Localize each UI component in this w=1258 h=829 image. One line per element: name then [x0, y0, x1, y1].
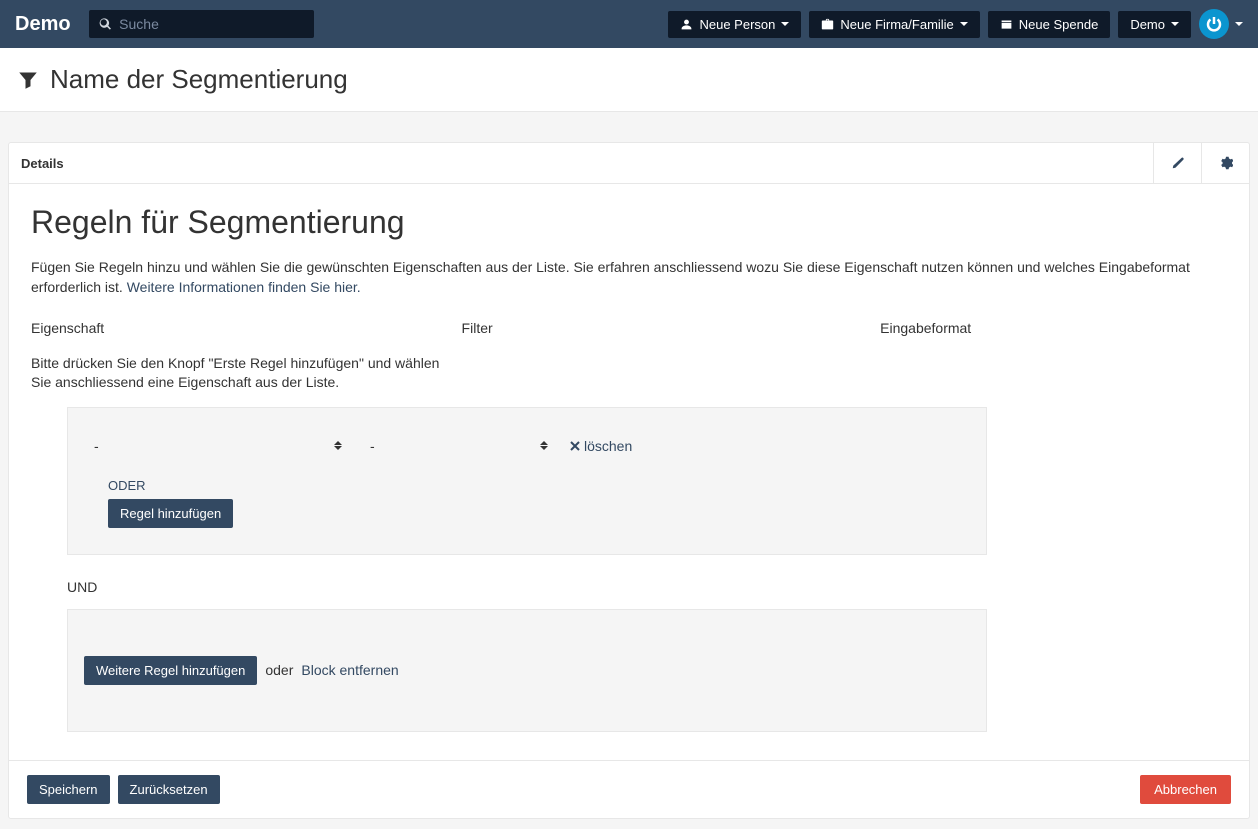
power-icon [1199, 9, 1229, 39]
reset-button[interactable]: Zurücksetzen [118, 775, 220, 804]
rule-row: - - löschen [88, 438, 966, 454]
caret-down-icon [960, 22, 968, 26]
remove-block-link[interactable]: Block entfernen [301, 662, 398, 678]
add-more-rule-button[interactable]: Weitere Regel hinzufügen [84, 656, 257, 685]
filter-icon [18, 70, 38, 90]
gear-icon [1219, 156, 1233, 170]
caret-down-icon [1171, 22, 1179, 26]
select-caret-icon [334, 441, 342, 450]
new-donation-button[interactable]: Neue Spende [988, 11, 1111, 38]
add-rule-button[interactable]: Regel hinzufügen [108, 499, 233, 528]
page-title-bar: Name der Segmentierung [0, 48, 1258, 112]
user-menu-button[interactable]: Demo [1118, 11, 1191, 38]
or-label: ODER [108, 478, 966, 493]
person-icon [680, 18, 693, 31]
search-box[interactable] [89, 10, 314, 38]
briefcase-icon [821, 18, 834, 31]
more-info-link[interactable]: Weitere Informationen finden Sie hier. [127, 279, 361, 295]
close-icon [570, 441, 580, 451]
property-select[interactable]: - [88, 438, 348, 454]
brand-logo[interactable]: Demo [15, 13, 71, 36]
search-input[interactable] [119, 16, 303, 32]
new-company-button[interactable]: Neue Firma/Familie [809, 11, 979, 38]
column-headers-row: Eigenschaft Filter Eingabeformat [31, 320, 1227, 336]
edit-button[interactable] [1153, 143, 1201, 183]
caret-down-icon [781, 22, 789, 26]
delete-rule-link[interactable]: löschen [570, 438, 632, 454]
section-heading: Regeln für Segmentierung [31, 204, 1227, 241]
power-menu[interactable] [1199, 9, 1243, 39]
first-rule-hint: Bitte drücken Sie den Knopf "Erste Regel… [31, 354, 441, 393]
and-label: UND [67, 579, 1227, 595]
col-property: Eigenschaft [31, 320, 462, 336]
donation-icon [1000, 18, 1013, 31]
cancel-button[interactable]: Abbrechen [1140, 775, 1231, 804]
rule-block: Weitere Regel hinzufügen oder Block entf… [67, 609, 987, 732]
details-card: Details Regeln für Segmentierung Fügen S… [8, 142, 1250, 819]
search-icon [99, 17, 112, 31]
or-word: oder [265, 662, 293, 678]
rule-block: - - löschen ODER Regel hinzufügen [67, 407, 987, 555]
tab-details[interactable]: Details [9, 145, 76, 182]
card-header: Details [9, 143, 1249, 184]
settings-button[interactable] [1201, 143, 1249, 183]
intro-text: Fügen Sie Regeln hinzu und wählen Sie di… [31, 257, 1227, 298]
page-title: Name der Segmentierung [50, 64, 348, 95]
save-button[interactable]: Speichern [27, 775, 110, 804]
new-person-button[interactable]: Neue Person [668, 11, 801, 38]
pencil-icon [1171, 156, 1185, 170]
top-navbar: Demo Neue Person Neue Firma/Familie Neue… [0, 0, 1258, 48]
caret-down-icon [1235, 22, 1243, 26]
select-caret-icon [540, 441, 548, 450]
col-filter: Filter [462, 320, 881, 336]
col-format: Eingabeformat [880, 320, 1227, 336]
filter-select[interactable]: - [364, 438, 554, 454]
